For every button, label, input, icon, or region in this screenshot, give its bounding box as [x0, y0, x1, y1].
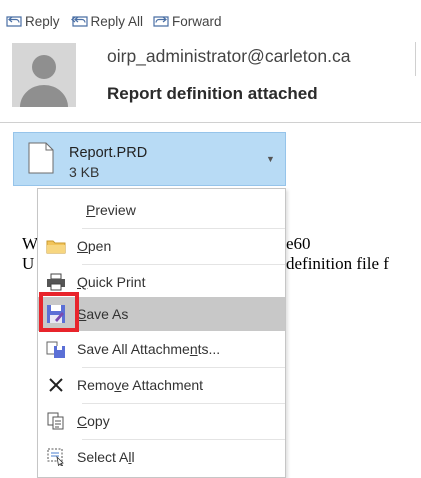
- reply-all-button[interactable]: Reply All: [70, 13, 144, 29]
- menu-item-copy[interactable]: Copy: [38, 404, 285, 438]
- reply-all-icon: [70, 16, 88, 27]
- copy-label-access-key: C: [77, 413, 88, 429]
- forward-button[interactable]: Forward: [153, 14, 222, 29]
- reply-all-label: Reply All: [90, 13, 144, 29]
- preview-label: review: [95, 202, 136, 218]
- remove-icon: [45, 374, 67, 396]
- reply-icon: [6, 16, 22, 27]
- attachment-size: 3 KB: [69, 164, 100, 180]
- body-text-line2-end: definition file f: [286, 254, 389, 273]
- sender-address: oirp_administrator@carleton.ca: [107, 46, 351, 66]
- message-subject: Report definition attached: [107, 84, 318, 103]
- menu-item-remove-attachment[interactable]: Remove Attachment: [38, 368, 285, 402]
- save-as-label: ave As: [86, 306, 129, 322]
- reply-button[interactable]: Reply: [6, 14, 60, 29]
- copy-label: opy: [87, 413, 110, 429]
- body-text-line1-start: W: [22, 234, 39, 253]
- menu-item-select-all[interactable]: Select All: [38, 440, 285, 474]
- remove-attachment-label: Remove Attachment: [77, 377, 204, 393]
- save-all-attachments-label: Save All Attachments...: [77, 341, 221, 357]
- preview-label-access-key: P: [86, 202, 96, 218]
- reply-label: Reply: [25, 13, 60, 29]
- annotation-highlight-box: [39, 292, 79, 332]
- folder-icon: [45, 235, 67, 257]
- forward-label: Forward: [172, 13, 222, 29]
- open-label: pen: [87, 238, 112, 254]
- file-icon: [28, 142, 54, 174]
- copy-icon: [45, 410, 67, 432]
- menu-item-preview[interactable]: Preview: [38, 193, 285, 227]
- open-label-access-key: O: [77, 238, 88, 254]
- person-icon: [20, 55, 68, 107]
- body-text-line2-start: U: [22, 254, 35, 273]
- body-text-line1-end: e60: [286, 234, 311, 253]
- save-all-icon: [45, 338, 67, 360]
- attachment-name: Report.PRD: [69, 145, 148, 161]
- attachment-chip[interactable]: Report.PRD 3 KB ▼: [13, 132, 286, 186]
- attachment-context-menu: Preview Open Quick Print Save As Save Al…: [37, 188, 286, 478]
- message-toolbar: Reply Reply All Forward: [6, 10, 232, 32]
- chevron-down-icon[interactable]: ▼: [266, 154, 275, 164]
- quick-print-label-access-key: Q: [77, 274, 88, 290]
- avatar: [12, 43, 76, 107]
- menu-item-save-all-attachments[interactable]: Save All Attachments...: [38, 332, 285, 366]
- menu-item-open[interactable]: Open: [38, 229, 285, 263]
- header-divider: [415, 42, 416, 76]
- forward-icon: [153, 16, 169, 27]
- header-separator: [0, 122, 421, 123]
- quick-print-label: uick Print: [87, 274, 146, 290]
- select-all-icon: [45, 446, 67, 468]
- printer-icon: [45, 271, 67, 293]
- select-all-label: Select All: [77, 449, 135, 465]
